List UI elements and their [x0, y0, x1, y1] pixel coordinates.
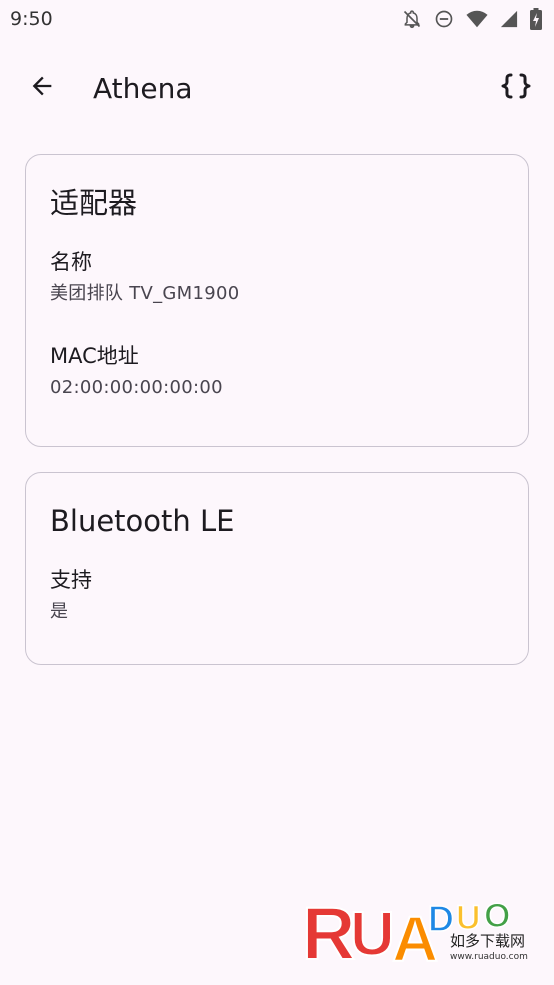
json-view-button[interactable] [492, 64, 540, 112]
arrow-back-icon [28, 72, 56, 104]
battery-charging-icon [530, 8, 542, 30]
cellular-icon [500, 9, 518, 29]
status-icons [402, 8, 542, 30]
card-title: 适配器 [50, 186, 138, 220]
do-not-disturb-icon [434, 9, 454, 29]
watermark-text: 如多下载网 [450, 932, 525, 950]
page-title: Athena [93, 71, 193, 105]
field-label: 名称 [50, 250, 92, 274]
app-bar: Athena [0, 52, 554, 124]
adapter-card: 适配器 名称 美团排队 TV_GM1900 MAC地址 02:00:00:00:… [25, 154, 529, 447]
status-bar: 9:50 [0, 0, 554, 38]
braces-icon [500, 72, 532, 104]
watermark-logo: R U A D U O 如多下载网 www.ruaduo.com [300, 879, 546, 976]
field-label: MAC地址 [50, 344, 139, 368]
status-time: 9:50 [10, 8, 53, 30]
card-title: Bluetooth LE [50, 504, 235, 538]
svg-text:U: U [350, 900, 395, 969]
field-value: 美团排队 TV_GM1900 [50, 283, 240, 304]
name-field: 名称 美团排队 TV_GM1900 [50, 247, 504, 307]
mac-address-field: MAC地址 02:00:00:00:00:00 [50, 341, 504, 401]
notifications-off-icon [402, 9, 422, 29]
wifi-icon [466, 9, 488, 29]
bluetooth-le-card: Bluetooth LE 支持 是 [25, 472, 529, 665]
field-value: 是 [50, 601, 69, 622]
field-label: 支持 [50, 568, 92, 592]
watermark-url: www.ruaduo.com [450, 952, 528, 962]
svg-text:R: R [302, 892, 355, 969]
field-value: 02:00:00:00:00:00 [50, 377, 223, 398]
back-button[interactable] [18, 64, 66, 112]
support-field: 支持 是 [50, 565, 504, 625]
svg-text:O: O [484, 897, 510, 935]
